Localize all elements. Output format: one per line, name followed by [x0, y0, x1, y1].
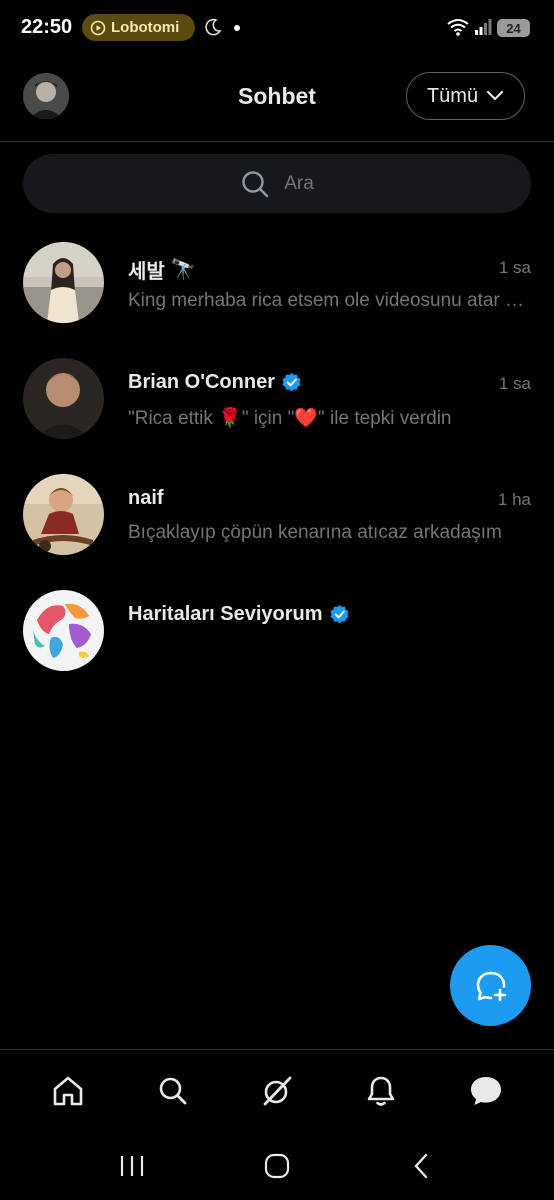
notifications-icon: [368, 1076, 395, 1106]
wifi-icon: [447, 19, 469, 36]
conversation-name: 세발 🔭: [128, 259, 196, 283]
nav-home[interactable]: [36, 1059, 100, 1123]
search-placeholder: Ara: [284, 172, 314, 194]
conversation-avatar: [23, 474, 104, 555]
battery-icon: 24: [497, 19, 530, 37]
media-pill-label: Lobotomi: [111, 19, 180, 36]
conversation-preview: Bıçaklayıp çöpün kenarına atıcaz arkadaş…: [128, 522, 502, 543]
status-time: 22:50: [21, 16, 73, 38]
conversation-avatar: [23, 242, 104, 323]
status-bar: 22:50 Lobotomi 24: [0, 0, 554, 56]
conversation-preview: King merhaba rica etsem ole videosunu at…: [128, 290, 531, 311]
nav-search[interactable]: [141, 1059, 205, 1123]
do-not-disturb-moon-icon: [205, 18, 222, 36]
conversation-item[interactable]: 세발 🔭 1 sa King merhaba rica etsem ole vi…: [0, 242, 554, 352]
nav-messages[interactable]: [454, 1059, 518, 1123]
conversation-avatar: [23, 590, 104, 671]
home-button-icon[interactable]: [262, 1151, 292, 1181]
conversation-item[interactable]: naif 1 ha Bıçaklayıp çöpün kenarına atıc…: [0, 474, 554, 584]
verified-badge-icon: [330, 604, 349, 624]
conversation-time: 1 sa: [498, 258, 531, 277]
nav-grok[interactable]: [245, 1059, 309, 1123]
filter-dropdown-button[interactable]: Tümü: [406, 72, 525, 120]
recent-apps-icon[interactable]: [117, 1152, 147, 1180]
filter-label: Tümü: [426, 84, 479, 107]
app-header: Sohbet Tümü: [0, 56, 554, 142]
grok-icon: [263, 1076, 292, 1105]
search-icon: [242, 170, 269, 197]
system-navigation-bar: [0, 1131, 554, 1200]
nav-notifications[interactable]: [349, 1059, 413, 1123]
conversation-name: Haritaları Seviyorum: [128, 603, 350, 626]
verified-badge-icon: [282, 372, 301, 392]
new-message-icon: [476, 971, 506, 1001]
telescope-emoji: 🔭: [170, 259, 196, 281]
notification-dot-icon: [234, 25, 240, 31]
home-icon: [53, 1076, 83, 1105]
search-input[interactable]: Ara: [23, 154, 531, 213]
bottom-navigation: [0, 1049, 554, 1131]
search-icon: [159, 1077, 186, 1104]
conversation-item[interactable]: Brian O'Conner 1 sa "Rica ettik 🌹" için …: [0, 358, 554, 468]
back-icon[interactable]: [407, 1151, 437, 1181]
messages-icon: [470, 1076, 501, 1105]
conversation-time: 1 ha: [497, 490, 531, 509]
conversation-preview: "Rica ettik 🌹" için "❤️" ile tepki verdi…: [128, 408, 452, 429]
conversation-time: 1 sa: [498, 374, 531, 393]
conversation-item[interactable]: Haritaları Seviyorum: [0, 590, 554, 700]
conversation-name: Brian O'Conner: [128, 371, 302, 394]
play-circle-icon: [90, 20, 106, 35]
media-playing-pill[interactable]: Lobotomi: [82, 14, 195, 41]
new-message-button[interactable]: [450, 945, 531, 1026]
chevron-down-icon: [486, 90, 504, 101]
conversation-name: naif: [128, 487, 164, 509]
conversation-avatar: [23, 358, 104, 439]
cell-signal-icon: [475, 19, 492, 35]
battery-level: 24: [506, 20, 521, 36]
